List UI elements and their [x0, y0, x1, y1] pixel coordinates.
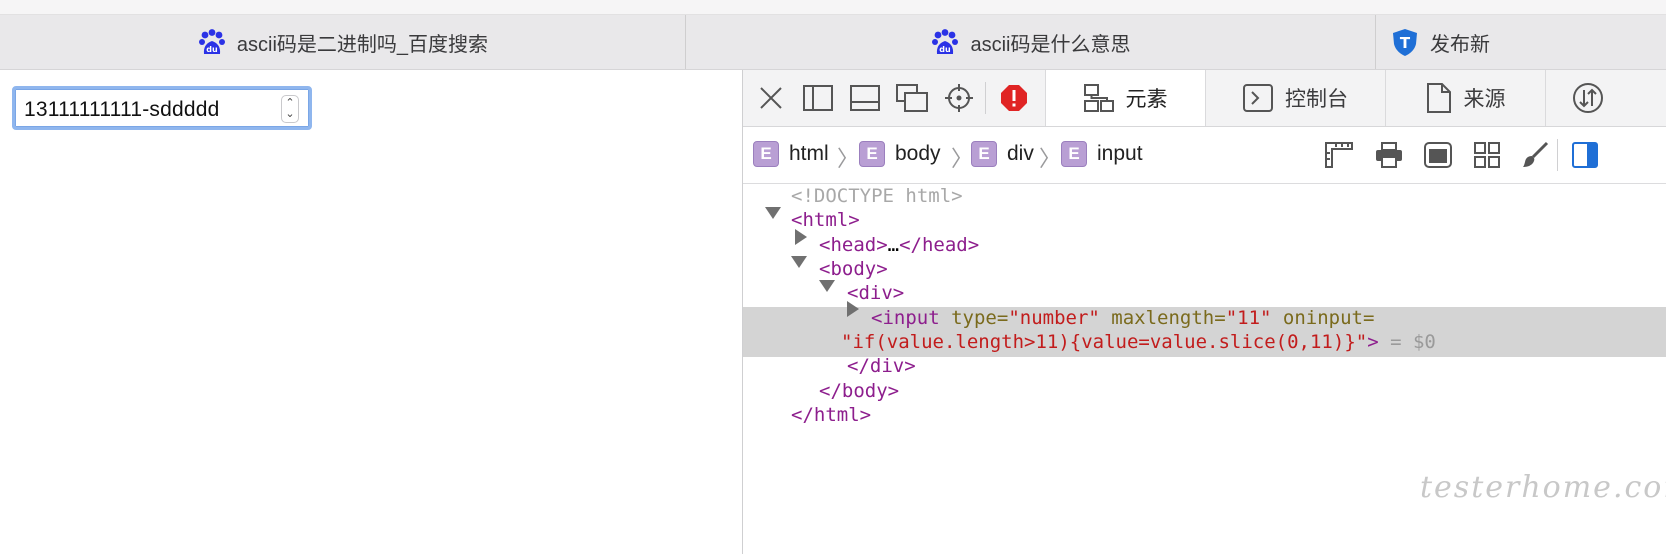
element-badge-icon: E [971, 141, 997, 167]
tab-label: 来源 [1463, 88, 1506, 111]
tab-console[interactable]: 控制台 [1205, 70, 1385, 126]
chevron-right-icon: 〉 [1039, 146, 1062, 171]
tab-sources[interactable]: 来源 [1385, 70, 1545, 126]
svg-text:du: du [206, 45, 218, 54]
breadcrumb-item-body[interactable]: E body [859, 138, 941, 170]
sources-icon [1426, 83, 1451, 113]
shield-t-icon: T [1390, 27, 1420, 57]
sidebar-toggle-icon[interactable] [1569, 139, 1601, 171]
browser-tab-1[interactable]: du ascii码是二进制吗_百度搜索 [0, 15, 686, 69]
print-icon[interactable] [1373, 139, 1405, 171]
chevron-right-icon: 〉 [951, 146, 974, 171]
tab-title: 发布新 [1430, 33, 1490, 56]
svg-text:du: du [940, 45, 952, 54]
console-icon [1243, 84, 1273, 112]
inspect-crosshair-icon[interactable] [941, 80, 977, 116]
breadcrumb-item-input[interactable]: E input [1061, 138, 1143, 170]
tab-label: 元素 [1125, 88, 1168, 111]
dock-left-icon[interactable] [800, 80, 836, 116]
screenshot-icon[interactable] [1422, 139, 1454, 171]
number-input[interactable]: 13111111111-sddddd ⌃ ⌄ [12, 86, 312, 130]
stepper-down-icon[interactable]: ⌄ [285, 109, 294, 120]
body-close-node[interactable]: </body> [819, 379, 899, 404]
element-badge-icon: E [1061, 141, 1087, 167]
tab-title: ascii码是二进制吗_百度搜索 [236, 33, 489, 56]
breadcrumb-item-html[interactable]: E html [753, 138, 829, 170]
disclosure-closed-icon[interactable] [795, 229, 807, 245]
toolbar-divider [985, 82, 986, 114]
breadcrumb: E html 〉 E body 〉 E div 〉 E input [743, 127, 1666, 184]
disclosure-open-icon[interactable] [791, 256, 807, 268]
tab-network[interactable] [1545, 70, 1666, 126]
number-stepper[interactable]: ⌃ ⌄ [281, 95, 299, 123]
body-node[interactable]: <body> [819, 257, 888, 282]
close-icon[interactable] [753, 80, 789, 116]
browser-tab-2[interactable]: du ascii码是什么意思 [686, 15, 1376, 69]
breadcrumb-label: div [1007, 142, 1034, 165]
ruler-icon[interactable] [1323, 139, 1355, 171]
tab-title: ascii码是什么意思 [970, 33, 1131, 56]
inspector-toolbar: 元素 控制台 来源 [743, 70, 1666, 127]
baidu-paw-icon: du [197, 27, 227, 57]
watermark: testerhome.com [1420, 470, 1666, 505]
network-icon [1573, 83, 1603, 113]
browser-tab-3[interactable]: T 发布新 [1376, 15, 1666, 69]
svg-text:T: T [1400, 34, 1411, 52]
input-node[interactable]: <input type="number" maxlength="11" onin… [871, 306, 1374, 331]
element-badge-icon: E [859, 141, 885, 167]
disclosure-open-icon[interactable] [819, 280, 835, 292]
head-node[interactable]: <head>…</head> [819, 233, 979, 258]
input-node-continuation[interactable]: "if(value.length>11){value=value.slice(0… [841, 330, 1436, 355]
elements-icon [1083, 84, 1114, 112]
breadcrumb-label: input [1097, 142, 1143, 165]
tab-elements[interactable]: 元素 [1045, 70, 1205, 126]
toolbar-divider [1557, 139, 1558, 171]
div-close-node[interactable]: </div> [847, 354, 916, 379]
tab-label: 控制台 [1285, 88, 1348, 111]
html-close-node[interactable]: </html> [791, 403, 871, 428]
breadcrumb-label: body [895, 142, 941, 165]
disclosure-closed-icon[interactable] [847, 301, 859, 317]
browser-tab-bar: du ascii码是二进制吗_百度搜索 du ascii码是什么意思 T 发布新 [0, 15, 1666, 70]
grid-layout-icon[interactable] [1471, 139, 1503, 171]
number-input-value: 13111111111-sddddd [24, 98, 220, 121]
error-badge-icon[interactable] [996, 80, 1032, 116]
window-top-strip [0, 0, 1666, 15]
breadcrumb-label: html [789, 142, 829, 165]
baidu-paw-icon: du [930, 27, 960, 57]
breadcrumb-item-div[interactable]: E div [971, 138, 1034, 170]
disclosure-open-icon[interactable] [765, 207, 781, 219]
chevron-right-icon: 〉 [837, 146, 860, 171]
paintbrush-icon[interactable] [1519, 139, 1551, 171]
element-badge-icon: E [753, 141, 779, 167]
page-content: 13111111111-sddddd ⌃ ⌄ [0, 70, 742, 554]
dock-bottom-icon[interactable] [847, 80, 883, 116]
doctype-node[interactable]: <!DOCTYPE html> [791, 184, 963, 209]
detach-window-icon[interactable] [894, 80, 930, 116]
